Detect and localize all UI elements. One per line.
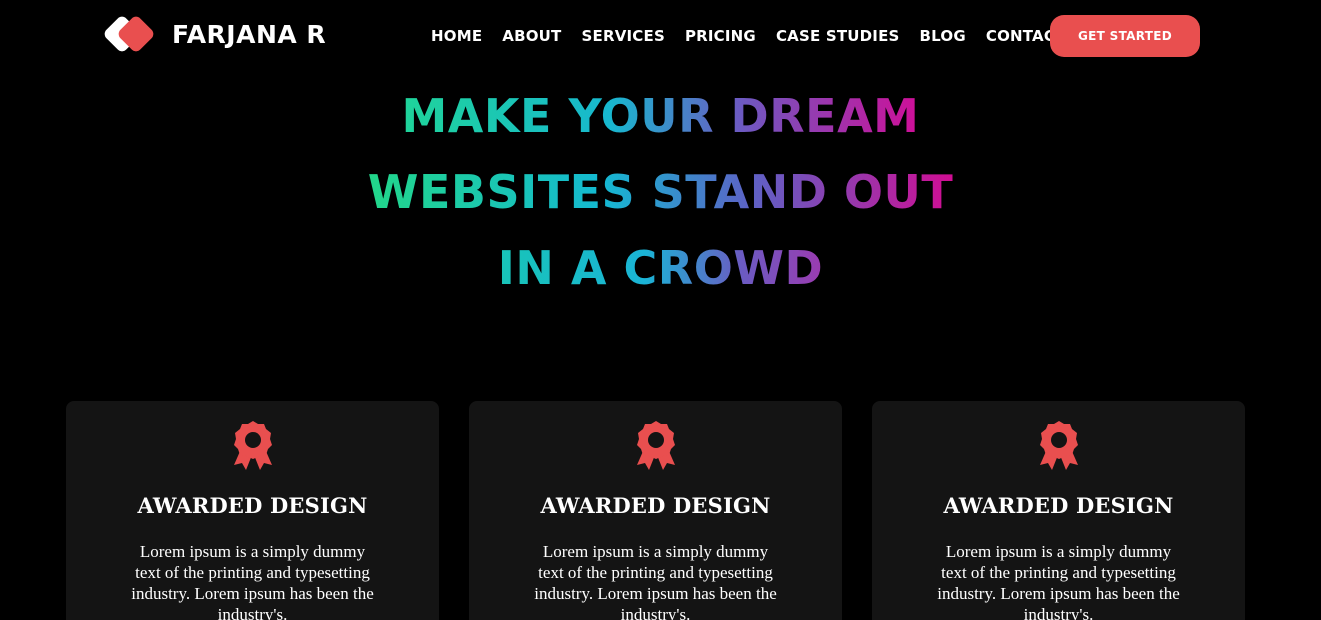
get-started-button[interactable]: GET STARTED [1050,15,1200,57]
logo-icon [102,10,166,58]
site-header: FARJANA R HOME ABOUT SERVICES PRICING CA… [0,0,1321,72]
nav-item-case-studies[interactable]: CASE STUDIES [776,26,900,46]
award-ribbon-icon [1039,421,1078,470]
award-ribbon-icon [233,421,272,470]
hero-section: MAKE YOUR DREAM WEBSITES STAND OUT IN A … [0,78,1321,306]
card-text: Lorem ipsum is a simply dummy text of th… [131,542,374,620]
nav-item-blog[interactable]: BLOG [920,26,966,46]
feature-card: AWARDED DESIGN Lorem ipsum is a simply d… [66,401,439,620]
card-text: Lorem ipsum is a simply dummy text of th… [937,542,1180,620]
card-title: AWARDED DESIGN [540,493,771,518]
logo-link[interactable]: FARJANA R [102,10,327,58]
hero-heading-line-1: MAKE YOUR DREAM [402,78,920,154]
card-text: Lorem ipsum is a simply dummy text of th… [534,542,777,620]
nav-item-home[interactable]: HOME [431,26,482,46]
nav-item-pricing[interactable]: PRICING [685,26,756,46]
feature-card: AWARDED DESIGN Lorem ipsum is a simply d… [872,401,1245,620]
nav-item-services[interactable]: SERVICES [582,26,665,46]
feature-cards: AWARDED DESIGN Lorem ipsum is a simply d… [66,401,1245,620]
hero-heading-line-2: WEBSITES STAND OUT [368,154,953,230]
brand-name: FARJANA R [172,19,327,49]
nav-item-about[interactable]: ABOUT [502,26,561,46]
card-title: AWARDED DESIGN [137,493,368,518]
main-nav: HOME ABOUT SERVICES PRICING CASE STUDIES… [431,26,1086,46]
hero-heading-line-3: IN A CROWD [498,230,823,306]
feature-card: AWARDED DESIGN Lorem ipsum is a simply d… [469,401,842,620]
card-title: AWARDED DESIGN [943,493,1174,518]
award-ribbon-icon [636,421,675,470]
